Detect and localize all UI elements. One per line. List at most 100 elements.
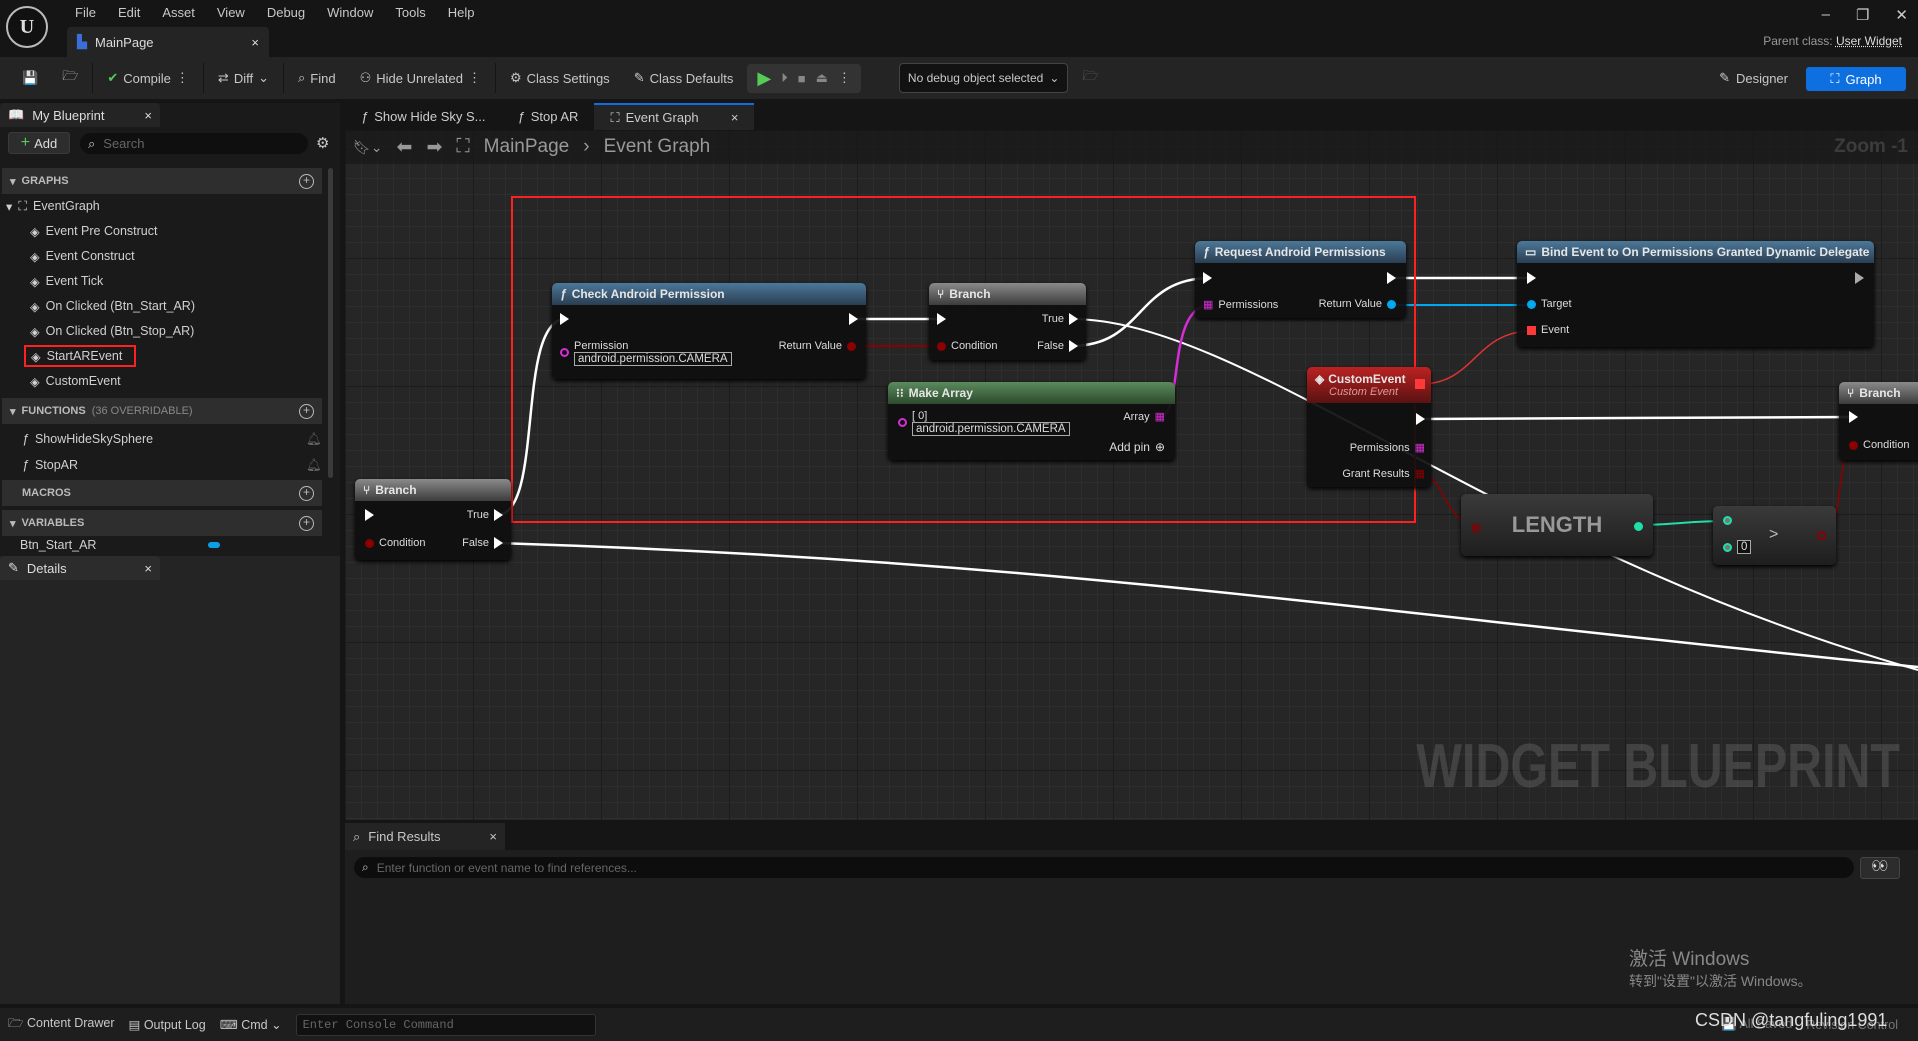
bool-out-pin[interactable] [1817,531,1826,540]
add-function-button[interactable]: + [299,403,314,419]
tree-item-eventgraph[interactable]: ▾ ⛶ EventGraph [6,195,100,217]
event-pin[interactable]: Event [1527,324,1569,336]
macros-section-header[interactable]: MACROS + [2,480,322,506]
blueprint-search-input[interactable]: ⌕ Search [80,133,308,154]
add-macro-button[interactable]: + [299,485,314,501]
tree-item-event[interactable]: ◈ Event Pre Construct [30,220,157,242]
node-check-android-permission[interactable]: ƒ Check Android Permission Permission andr… [552,283,866,379]
menu-window[interactable]: Window [316,4,384,22]
array-out-pin[interactable]: Array ▦ [1123,410,1165,424]
variables-section-header[interactable]: ▾ VARIABLES + [2,510,322,536]
exec-in-pin[interactable] [1203,272,1212,284]
close-icon[interactable]: × [731,110,739,125]
add-pin-button[interactable]: Add pin ⊕ [1109,440,1165,454]
int-in-pin-a[interactable] [1723,516,1732,525]
add-variable-button[interactable]: + [299,515,314,531]
menu-edit[interactable]: Edit [107,4,151,22]
true-pin[interactable]: True [1042,313,1078,325]
graphs-section-header[interactable]: ▾ GRAPHS + [2,168,322,194]
tree-item-function[interactable]: ƒ StopAR 🔔︎ [22,454,322,476]
details-tab[interactable]: ✎ Details × [0,556,160,580]
unreal-logo[interactable]: U [6,6,48,48]
array-in-pin[interactable]: ▦ [1471,521,1481,534]
int-value-input[interactable]: 0 [1737,540,1752,554]
functions-section-header[interactable]: ▾ FUNCTIONS (36 OVERRIDABLE) + [2,398,322,424]
more-icon[interactable]: ⋮ [838,70,851,86]
tree-item-variable[interactable]: Btn_Start_AR [20,538,320,552]
tree-item-function[interactable]: ƒ ShowHideSkySphere 🔔︎ [22,428,322,450]
exec-out-pin[interactable] [1855,272,1864,284]
find-button[interactable]: ⌕ Find [288,63,346,93]
exec-in-pin[interactable] [560,313,569,325]
exec-in-pin[interactable] [1849,411,1858,423]
diff-button[interactable]: ⇄ Diff ⌄ [208,63,279,93]
close-window-button[interactable]: ✕ [1895,6,1908,24]
node-make-array[interactable]: ⁝⁝ Make Array [ 0] android.permission.CAME… [888,382,1175,460]
node-greater-than[interactable]: 0 > [1713,506,1836,565]
node-branch-left[interactable]: ⑂ Branch True Condition False [355,479,511,560]
debug-browse-icon[interactable]: 🗁 [1072,63,1108,93]
find-search-input[interactable]: ⌕ Enter function or event name to find re… [354,857,1854,878]
menu-debug[interactable]: Debug [256,4,316,22]
menu-view[interactable]: View [206,4,256,22]
save-button[interactable]: 💾 [12,63,48,93]
compile-button[interactable]: ✔ Compile ⋮ [97,63,199,93]
close-icon[interactable]: × [144,108,152,123]
stop-button[interactable]: ■ [798,71,806,86]
menu-tools[interactable]: Tools [384,4,436,22]
node-custom-event[interactable]: ◈ CustomEvent Custom Event Permissions ▦ Gr… [1307,367,1431,487]
document-tab-mainpage[interactable]: ▙ MainPage × [67,27,269,57]
close-icon[interactable]: × [251,35,259,50]
grant-results-pin[interactable]: Grant Results ▦ [1342,467,1425,481]
hide-unrelated-button[interactable]: ⚇ Hide Unrelated ⋮ [350,63,491,93]
tree-item-event[interactable]: ◈ CustomEvent [30,370,121,392]
close-icon[interactable]: × [489,829,497,844]
console-command-input[interactable]: Enter Console Command [295,1013,596,1036]
delegate-out-pin[interactable] [1415,379,1425,389]
bell-icon[interactable]: 🔔︎ [306,432,322,447]
permission-pin[interactable]: Permission android.permission.CAMERA [560,340,732,366]
minimize-button[interactable]: – [1822,6,1830,24]
output-log-button[interactable]: ▤ Output Log [129,1017,206,1032]
index-0-pin[interactable]: [ 0] android.permission.CAMERA [898,410,1070,436]
true-pin[interactable]: True [467,509,503,521]
graph-mode-button[interactable]: ⛶ Graph [1806,67,1906,91]
tab-show-hide-sky[interactable]: ƒ Show Hide Sky S... [345,103,502,130]
binoculars-button[interactable]: 👀︎ [1860,857,1900,879]
find-results-tab[interactable]: ⌕ Find Results × [345,823,505,850]
close-icon[interactable]: × [144,561,152,576]
condition-pin[interactable]: Condition [365,537,425,549]
tab-stop-ar[interactable]: ƒ Stop AR [502,103,595,130]
menu-asset[interactable]: Asset [151,4,206,22]
false-pin[interactable]: False [462,537,503,549]
graph-canvas[interactable]: 🔖︎⌄ ⬅ ➡ ⛶ MainPage › Event Graph Zoom -1 WI… [345,130,1918,820]
tree-item-startarevent-highlighted[interactable]: ◈ StartAREvent [24,345,137,367]
browse-button[interactable]: 🗁 [52,63,88,93]
tree-item-event[interactable]: ◈ Event Tick [30,270,103,292]
exec-out-pin[interactable] [1416,413,1425,425]
bell-icon[interactable]: 🔔︎ [306,458,322,473]
return-value-pin[interactable]: Return Value [779,340,856,352]
exec-out-pin[interactable] [1387,272,1396,284]
add-button[interactable]: + Add [8,132,70,154]
my-blueprint-tab[interactable]: 📖 My Blueprint × [0,103,160,127]
node-branch[interactable]: ⑂ Branch True Condition False [929,283,1086,360]
permissions-pin[interactable]: Permissions ▦ [1350,441,1425,455]
false-pin[interactable]: False [1037,340,1078,352]
condition-pin[interactable]: Condition [1849,439,1909,451]
step-button[interactable]: ⏵ [781,70,788,86]
tree-item-event[interactable]: ◈ On Clicked (Btn_Start_AR) [30,295,195,317]
play-button[interactable]: ▶ [757,68,771,89]
restore-button[interactable]: ❐ [1856,6,1869,24]
debug-object-select[interactable]: No debug object selected ⌄ [898,63,1069,93]
scrollbar[interactable] [328,168,333,478]
exec-in-pin[interactable] [937,313,946,325]
int-in-pin-b[interactable]: 0 [1723,540,1752,554]
exec-in-pin[interactable] [365,509,374,521]
class-settings-button[interactable]: ⚙ Class Settings [500,63,620,93]
eject-button[interactable]: ⏏ [816,70,828,86]
node-request-android-permissions[interactable]: ƒ Request Android Permissions ▦ Permission… [1195,241,1406,318]
class-defaults-button[interactable]: ✎ Class Defaults [624,63,744,93]
permissions-pin[interactable]: ▦ Permissions [1203,298,1278,312]
designer-button[interactable]: ✎ Designer [1719,63,1788,93]
